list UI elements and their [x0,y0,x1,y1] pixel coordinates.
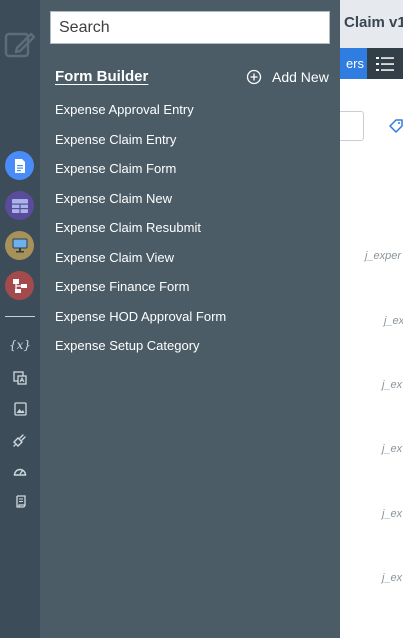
background-app-area: Claim v1 ers j_exper j_ex j_ex j_ex j_ex… [340,0,403,638]
app-root: {x} Search Form Builder Add New Expense … [0,0,403,638]
background-field-label: j_ex [384,315,403,327]
plugin-icon[interactable] [9,430,31,450]
form-list-item[interactable]: Expense Claim New [55,187,226,217]
add-new-label: Add New [272,69,329,85]
form-list-item[interactable]: Expense Setup Category [55,334,226,364]
hierarchy-icon[interactable] [5,271,34,300]
variables-label: {x} [8,338,32,352]
image-icon[interactable] [9,399,31,419]
document-icon[interactable] [5,151,34,180]
dashboard-icon[interactable] [9,461,31,481]
edit-icon[interactable] [3,27,37,61]
form-list-item[interactable]: Expense Approval Entry [55,98,226,128]
rail-divider [5,316,35,317]
grid-icon[interactable] [5,191,34,220]
background-tab-active[interactable]: ers [340,48,367,79]
form-list-item[interactable]: Expense Claim View [55,246,226,276]
form-builder-title[interactable]: Form Builder [55,68,148,85]
form-builder-panel: Form Builder Add New Expense Approval En… [40,0,340,638]
translate-icon[interactable] [9,368,31,388]
background-input[interactable] [340,111,364,141]
form-list-item[interactable]: Expense Claim Resubmit [55,216,226,246]
list-icon[interactable] [367,48,403,79]
background-field-label: j_ex [382,508,403,520]
background-field-label: j_ex [382,443,403,455]
plus-circle-icon [246,69,262,85]
background-field-label: j_ex [382,379,403,391]
left-rail: {x} [0,0,40,638]
form-list-item[interactable]: Expense HOD Approval Form [55,305,226,335]
form-list-item[interactable]: Expense Claim Form [55,157,226,187]
background-field-label: j_ex [382,572,403,584]
form-list-item[interactable]: Expense Finance Form [55,275,226,305]
script-icon[interactable] [9,492,31,512]
background-page-title: Claim v1 [344,14,403,31]
variables-icon[interactable]: {x} [9,335,31,355]
add-new-button[interactable]: Add New [246,67,329,87]
form-list: Expense Approval Entry Expense Claim Ent… [55,98,226,364]
background-header: Claim v1 [340,0,403,48]
monitor-icon[interactable] [5,231,34,260]
form-list-item[interactable]: Expense Claim Entry [55,128,226,158]
search-input[interactable] [50,11,330,44]
background-field-label: j_exper [365,250,402,262]
tag-icon[interactable] [388,118,403,134]
